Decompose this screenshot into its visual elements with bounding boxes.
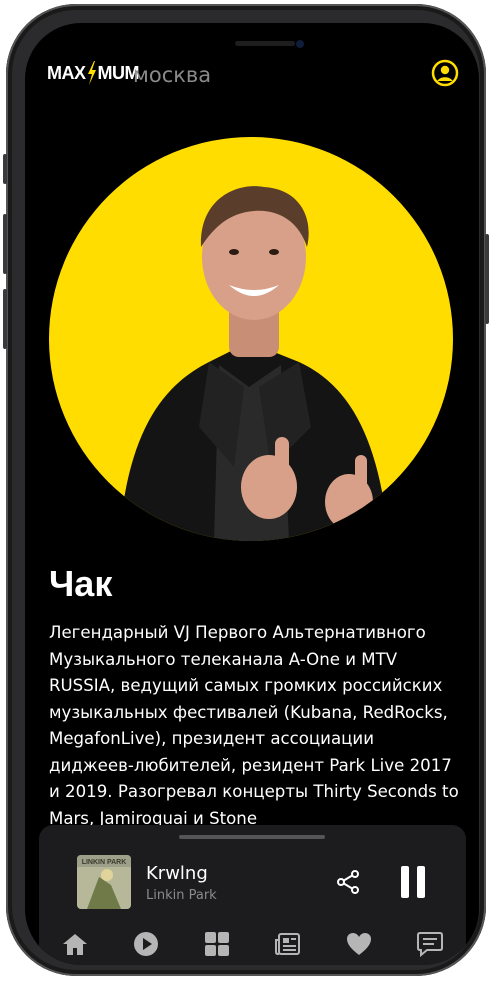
phone-frame: MAX MUM москва Чак Легендарный VJ Первог… <box>3 4 489 976</box>
play-circle-icon <box>133 932 158 956</box>
speaker-grille <box>235 41 295 46</box>
news-icon <box>275 933 301 955</box>
share-icon[interactable] <box>335 869 361 895</box>
tab-home[interactable] <box>61 930 89 958</box>
home-icon <box>62 934 87 955</box>
host-name: Чак <box>49 563 113 604</box>
tab-player[interactable] <box>132 930 160 958</box>
header: MAX MUM москва <box>47 53 459 93</box>
track-title[interactable]: Krwlng <box>146 863 208 884</box>
album-art: LINKIN PARK <box>77 855 131 909</box>
app-screen: MAX MUM москва Чак Легендарный VJ Первог… <box>25 23 479 965</box>
album-cover[interactable]: LINKIN PARK <box>77 855 131 909</box>
pause-icon[interactable] <box>399 865 427 899</box>
track-artist[interactable]: Linkin Park <box>146 888 217 903</box>
tab-news[interactable] <box>274 930 302 958</box>
host-photo <box>49 137 453 541</box>
album-cover-text: LINKIN PARK <box>82 859 127 866</box>
power-button <box>485 234 489 324</box>
heart-icon <box>347 933 372 955</box>
grid-icon <box>204 932 229 956</box>
volume-up-button <box>3 214 7 274</box>
tab-favorites[interactable] <box>345 930 373 958</box>
logo-text-left: MAX <box>47 62 86 83</box>
tab-catalog[interactable] <box>203 930 231 958</box>
front-camera <box>296 40 304 48</box>
mute-switch <box>3 154 7 184</box>
bottom-tab-bar <box>39 923 466 965</box>
maximum-logo[interactable]: MAX MUM <box>47 61 139 85</box>
player-drag-handle[interactable] <box>179 835 325 839</box>
tab-chat[interactable] <box>416 930 444 958</box>
city-label[interactable]: москва <box>133 63 211 87</box>
volume-down-button <box>3 289 7 349</box>
lightning-icon <box>87 61 96 85</box>
host-bio: Легендарный VJ Первого Альтернативного М… <box>49 623 459 828</box>
chat-icon <box>417 932 444 957</box>
user-circle-icon[interactable] <box>431 59 459 87</box>
host-portrait <box>119 186 389 541</box>
